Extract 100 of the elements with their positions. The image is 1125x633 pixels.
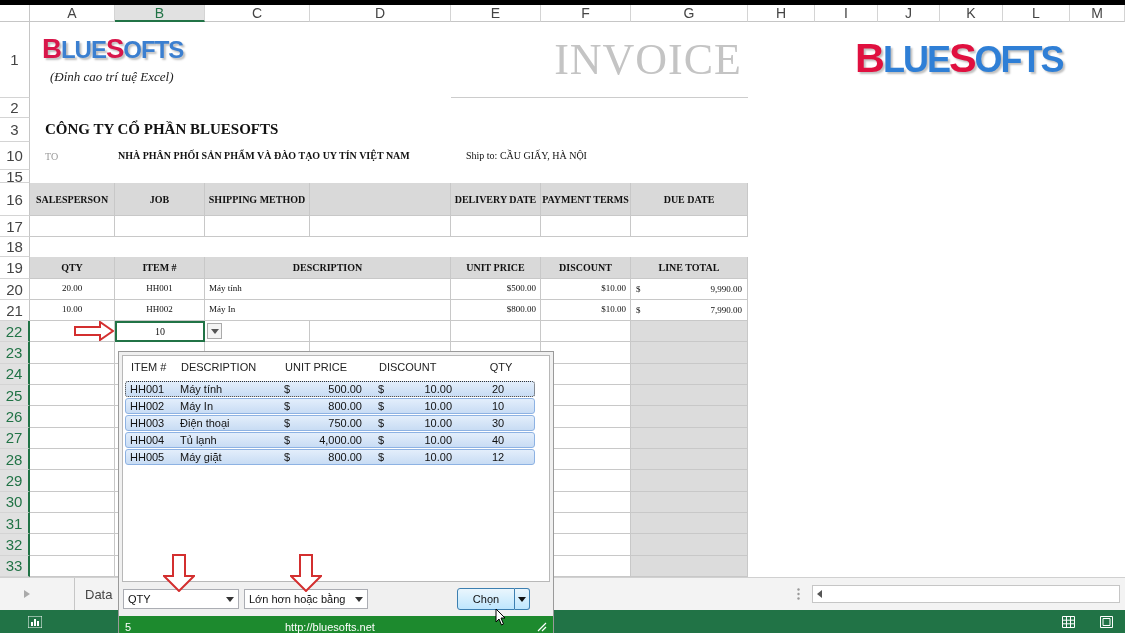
item-description: Máy giặt: [179, 451, 223, 463]
grid-cell[interactable]: [631, 406, 748, 428]
row-header[interactable]: 3: [0, 118, 30, 142]
grid-cell[interactable]: [205, 216, 310, 237]
grid-cell[interactable]: [631, 555, 748, 577]
grid-cell[interactable]: [30, 427, 115, 449]
grid-cell[interactable]: [30, 555, 115, 577]
page-layout-icon[interactable]: [1100, 615, 1113, 628]
row-header[interactable]: 33: [0, 555, 30, 577]
grid-cell[interactable]: [631, 321, 748, 343]
column-header[interactable]: UNIT PRICE: [281, 361, 375, 373]
grid-cell[interactable]: [451, 321, 541, 343]
column-header[interactable]: M: [1070, 5, 1125, 22]
grid-cell[interactable]: [631, 534, 748, 556]
column-header[interactable]: A: [30, 5, 115, 22]
row-header[interactable]: 25: [0, 385, 30, 407]
column-header[interactable]: F: [541, 5, 631, 22]
grid-cell[interactable]: [30, 216, 115, 237]
row-header[interactable]: 30: [0, 491, 30, 513]
column-header[interactable]: H: [748, 5, 815, 22]
grid-cell[interactable]: [30, 534, 115, 556]
resize-grip-icon[interactable]: [537, 621, 547, 632]
column-header[interactable]: L: [1003, 5, 1070, 22]
row-header[interactable]: 31: [0, 512, 30, 535]
grid-cell[interactable]: [631, 363, 748, 385]
dropdown-button[interactable]: [515, 588, 530, 610]
grid-cell[interactable]: [631, 342, 748, 364]
grid-cell[interactable]: [310, 183, 451, 216]
list-row[interactable]: HH004 Tủ lạnh $ 4,000.00 $ 10.00 40: [125, 432, 535, 448]
row-header[interactable]: 27: [0, 427, 30, 449]
website-link[interactable]: http://bluesofts.net: [285, 620, 537, 633]
row-header[interactable]: 15: [0, 170, 30, 183]
grid-cell[interactable]: [631, 427, 748, 449]
grid-cell[interactable]: [451, 216, 541, 237]
column-header[interactable]: DISCOUNT: [375, 361, 465, 373]
row-header[interactable]: 23: [0, 342, 30, 364]
row-header[interactable]: 32: [0, 534, 30, 556]
column-header[interactable]: DESCRIPTION: [177, 361, 281, 373]
grid-cell[interactable]: [310, 216, 451, 237]
grid-cell[interactable]: [631, 470, 748, 492]
grid-cell[interactable]: [631, 216, 748, 237]
row-header[interactable]: 24: [0, 363, 30, 385]
scroll-left-icon[interactable]: [817, 590, 822, 598]
grid-cell[interactable]: [310, 321, 451, 343]
choose-button[interactable]: Chọn: [457, 588, 515, 610]
list-row[interactable]: HH003 Điện thoại $ 750.00 $ 10.00 30: [125, 415, 535, 431]
grid-cell[interactable]: [631, 512, 748, 535]
item-code: HH004: [129, 434, 166, 446]
unit-price: 750.00: [328, 417, 362, 429]
column-header[interactable]: QTY: [465, 361, 533, 373]
column-header[interactable]: D: [310, 5, 451, 22]
grid-cell[interactable]: [30, 470, 115, 492]
column-header[interactable]: I: [815, 5, 878, 22]
column-header[interactable]: C: [205, 5, 310, 22]
row-header[interactable]: 21: [0, 300, 30, 321]
field-select[interactable]: QTY: [123, 589, 239, 609]
grid-cell[interactable]: [541, 321, 631, 343]
row-header[interactable]: 1: [0, 22, 30, 98]
column-header[interactable]: ITEM #: [127, 361, 177, 373]
row-header[interactable]: 18: [0, 237, 30, 257]
column-label: DELIVERY DATE: [451, 183, 541, 216]
normal-view-icon[interactable]: [1062, 615, 1075, 628]
operator-select[interactable]: Lớn hơn hoặc bằng: [244, 589, 368, 609]
row-header[interactable]: 19: [0, 257, 30, 279]
grid-cell[interactable]: [631, 448, 748, 471]
grid-cell[interactable]: [30, 512, 115, 535]
row-header[interactable]: 20: [0, 279, 30, 300]
horizontal-scrollbar[interactable]: [812, 585, 1120, 603]
splitter-icon[interactable]: [797, 588, 800, 600]
caret-icon: [226, 596, 234, 602]
quantity: 40: [490, 434, 506, 446]
row-header[interactable]: 29: [0, 470, 30, 492]
list-row[interactable]: HH002 Máy In $ 800.00 $ 10.00 10: [125, 398, 535, 414]
column-header[interactable]: G: [631, 5, 748, 22]
row-header[interactable]: 28: [0, 448, 30, 471]
column-header[interactable]: E: [451, 5, 541, 22]
column-header[interactable]: K: [940, 5, 1003, 22]
grid-cell[interactable]: [30, 342, 115, 364]
list-row[interactable]: HH005 Máy giặt $ 800.00 $ 10.00 12: [125, 449, 535, 465]
list-row[interactable]: HH001 Máy tính $ 500.00 $ 10.00 20: [125, 381, 535, 397]
grid-cell[interactable]: [30, 363, 115, 385]
dropdown-button[interactable]: [207, 323, 222, 340]
grid-cell[interactable]: [631, 385, 748, 407]
grid-cell[interactable]: [30, 448, 115, 471]
statistics-icon[interactable]: [28, 615, 42, 628]
column-header[interactable]: J: [878, 5, 940, 22]
row-header[interactable]: 10: [0, 142, 30, 170]
grid-cell[interactable]: [115, 216, 205, 237]
grid-cell[interactable]: [541, 216, 631, 237]
row-header[interactable]: 17: [0, 216, 30, 237]
column-header[interactable]: B: [115, 5, 205, 22]
active-cell[interactable]: 10: [115, 321, 205, 343]
row-header[interactable]: 16: [0, 183, 30, 216]
row-header[interactable]: 26: [0, 406, 30, 428]
grid-cell[interactable]: [30, 491, 115, 513]
row-header[interactable]: 2: [0, 98, 30, 118]
row-header[interactable]: 22: [0, 321, 30, 343]
grid-cell[interactable]: [631, 491, 748, 513]
grid-cell[interactable]: [30, 385, 115, 407]
grid-cell[interactable]: [30, 406, 115, 428]
